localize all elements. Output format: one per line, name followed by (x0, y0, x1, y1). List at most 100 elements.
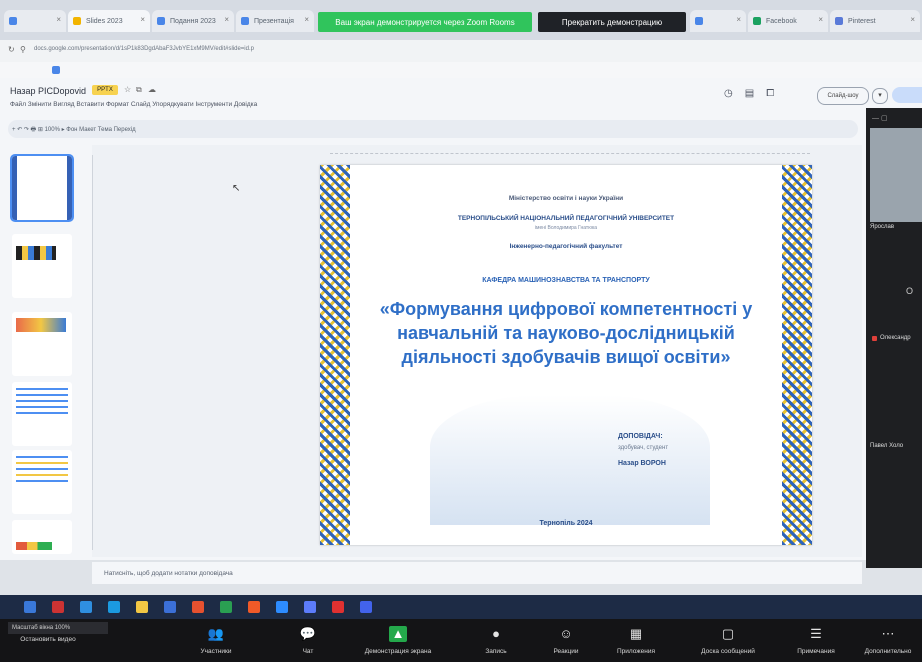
participant-name: Павел Холо (870, 443, 904, 449)
chat-button[interactable]: 💬 Чат (272, 620, 344, 655)
browser-tab[interactable]: Pinterest × (830, 10, 920, 32)
close-icon[interactable]: × (910, 15, 915, 24)
app-icon[interactable] (332, 601, 344, 613)
tab-favicon-icon (241, 17, 249, 25)
menu-bar[interactable]: Файл Змінити Вигляд Вставити Формат Слай… (10, 101, 257, 108)
reactions-button[interactable]: ☺ Реакции (530, 620, 602, 655)
mouse-cursor-icon: ↖ (232, 183, 241, 194)
lock-icon: ⚲ (20, 45, 26, 54)
stop-video-button[interactable]: Остановить видео (12, 636, 84, 643)
move-folder-icon[interactable]: ⧉ (136, 85, 142, 95)
browser-tab-active[interactable]: Slides 2023 × (68, 10, 150, 32)
comments-icon[interactable]: ▤ (745, 88, 766, 99)
browser-tab[interactable]: Подання 2023 × (152, 10, 234, 32)
app-icon[interactable] (80, 601, 92, 613)
notes-icon: ☰ (810, 626, 822, 641)
faculty-line: Інженерно-педагогічний факультет (509, 243, 623, 250)
app-icon[interactable] (52, 601, 64, 613)
tab-favicon-icon (835, 17, 843, 25)
browser-tab[interactable]: × (690, 10, 746, 32)
horizontal-ruler (330, 145, 810, 154)
participants-button[interactable]: 👥 Участники (180, 620, 252, 655)
slides-favicon-icon (73, 17, 81, 25)
document-title[interactable]: Назар PICDopovid (10, 86, 86, 96)
cloud-status-icon: ☁ (148, 85, 156, 94)
stop-sharing-button[interactable]: Прекратить демонстрацию (538, 12, 686, 32)
zoom-app-icon[interactable] (276, 601, 288, 613)
ornament-border-left (320, 165, 350, 545)
reporter-label: ДОПОВІДАЧ: (618, 433, 663, 440)
reporter-name: Назар ВОРОН (618, 460, 666, 467)
tab-favicon-icon (695, 17, 703, 25)
history-icon[interactable]: ◷ (724, 88, 745, 99)
bookmarks-bar (0, 62, 922, 79)
whiteboard-button[interactable]: ▢ Доска сообщений (686, 620, 770, 655)
reactions-icon: ☺ (559, 626, 573, 641)
meet-icon[interactable]: ⧠ (766, 88, 786, 99)
screen-share-banner: Ваш экран демонстрируется через Zoom Roo… (318, 12, 532, 32)
slide-thumbnail-3[interactable] (12, 312, 72, 376)
star-icon[interactable]: ☆ (124, 85, 131, 94)
app-icon[interactable] (108, 601, 120, 613)
slide-thumbnail-1[interactable] (10, 154, 74, 222)
background-watermark (430, 395, 710, 525)
thumbnail-image (16, 318, 66, 332)
app-icon[interactable] (220, 601, 232, 613)
close-icon[interactable]: × (304, 15, 309, 24)
app-icon[interactable] (192, 601, 204, 613)
whiteboard-icon: ▢ (721, 626, 735, 641)
apps-button[interactable]: ▦ Приложения (600, 620, 672, 655)
vertical-ruler (84, 155, 93, 550)
ministry-line: Міністерство освіти і науки України (508, 195, 624, 202)
record-icon: ● (492, 626, 500, 641)
participant-video[interactable] (870, 128, 922, 222)
url-text[interactable]: docs.google.com/presentation/d/1sP1k83Dg… (34, 46, 254, 52)
more-button[interactable]: ⋯ Дополнительно (856, 620, 920, 655)
file-type-badge: PPTX (92, 85, 118, 95)
department-line: КАФЕДРА МАШИНОЗНАВСТВА ТА ТРАНСПОРТУ (482, 277, 650, 284)
slide-thumbnail-6[interactable] (12, 520, 72, 554)
apps-icon: ▦ (629, 626, 643, 641)
bookmark-icon[interactable] (52, 66, 60, 74)
chat-icon: 💬 (299, 626, 317, 641)
app-icon[interactable] (360, 601, 372, 613)
close-icon[interactable]: × (224, 15, 229, 24)
chevron-down-icon[interactable]: ▾ (872, 88, 888, 104)
tab-favicon-icon (753, 17, 761, 25)
participant-name: Олександр (880, 335, 911, 341)
close-icon[interactable]: × (736, 15, 741, 24)
muted-mic-icon (872, 336, 877, 341)
speaker-notes[interactable]: Натисніть, щоб додати нотатки доповідача (92, 562, 862, 584)
record-button[interactable]: ● Запись (460, 620, 532, 655)
close-icon[interactable]: × (818, 15, 823, 24)
participants-icon: 👥 (207, 626, 225, 641)
ornament-border-right (782, 165, 812, 545)
folder-icon[interactable] (136, 601, 148, 613)
start-icon[interactable] (24, 601, 36, 613)
reload-icon[interactable]: ↻ (8, 45, 15, 54)
current-slide[interactable]: Міністерство освіти і науки України ТЕРН… (320, 165, 812, 545)
app-icon[interactable] (248, 601, 260, 613)
browser-tab[interactable]: Презентація × (236, 10, 314, 32)
participant-initial: О (906, 286, 914, 296)
app-icon[interactable] (304, 601, 316, 613)
share-button[interactable] (892, 87, 922, 103)
panel-controls-icon[interactable]: — ▢ (872, 114, 920, 122)
thumbnail-logos (16, 246, 56, 260)
close-icon[interactable]: × (56, 15, 61, 24)
university-line: ТЕРНОПІЛЬСЬКИЙ НАЦІОНАЛЬНИЙ ПЕДАГОГІЧНИЙ… (457, 215, 675, 222)
toolbar-items[interactable]: + ↶ ↷ 🖶 ⊞ 100% ▸ Фон Макет Тема Перехід (12, 125, 136, 135)
notes-button[interactable]: ☰ Примечания (780, 620, 852, 655)
more-icon: ⋯ (881, 626, 895, 641)
slide-thumbnail-4[interactable] (12, 382, 72, 446)
slideshow-button[interactable]: Слайд-шоу (817, 87, 869, 105)
browser-tab[interactable]: × (4, 10, 66, 32)
zoom-level-chip: Масштаб вікна 100% (8, 622, 108, 634)
close-icon[interactable]: × (140, 15, 145, 24)
share-screen-button[interactable]: ▲ Демонстрация экрана (352, 620, 444, 655)
tab-favicon-icon (157, 17, 165, 25)
browser-tab[interactable]: Facebook × (748, 10, 828, 32)
slide-thumbnail-5[interactable] (12, 450, 72, 514)
app-icon[interactable] (164, 601, 176, 613)
slide-thumbnail-2[interactable] (12, 234, 72, 298)
